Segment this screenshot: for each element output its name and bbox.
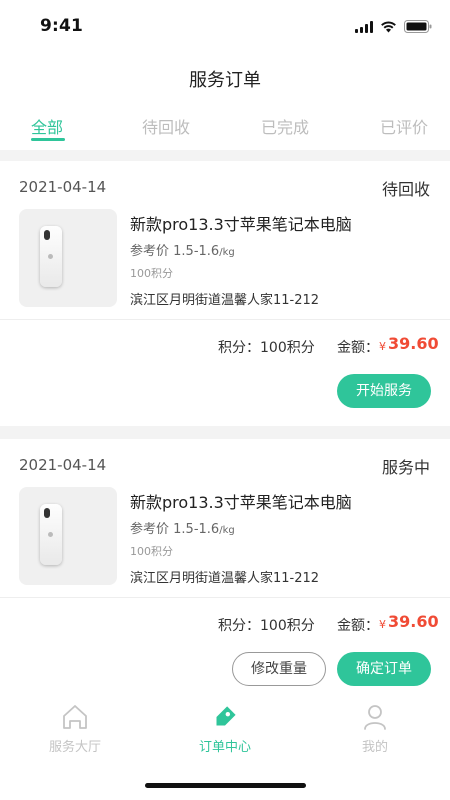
home-indicator: [145, 783, 306, 788]
tabbar-label: 订单中心: [198, 740, 251, 755]
currency-symbol: ¥: [379, 618, 386, 631]
signal-icon: [355, 20, 373, 33]
tab-all[interactable]: 全部: [31, 114, 63, 138]
product-points: 100积分: [130, 545, 173, 558]
status-bar: 9:41: [0, 0, 450, 54]
status-icons: [355, 20, 432, 33]
points-summary: 积分：100积分: [218, 618, 315, 634]
amount-label: 金额：: [337, 340, 379, 356]
order-status: 服务中: [381, 458, 430, 477]
modify-weight-button[interactable]: 修改重量: [232, 652, 326, 686]
amount-label: 金额：: [337, 618, 379, 634]
tabbar-label: 我的: [361, 740, 388, 755]
confirm-order-button[interactable]: 确定订单: [337, 652, 431, 686]
page-title: 服务订单: [189, 70, 261, 91]
order-date: 2021-04-14: [19, 178, 107, 196]
currency-symbol: ¥: [379, 340, 386, 353]
tabbar-item-service-hall[interactable]: 服务大厅: [35, 704, 115, 755]
card-divider: [0, 319, 450, 320]
card-divider: [0, 597, 450, 598]
order-amount: 39.60: [388, 612, 439, 631]
order-card[interactable]: 2021-04-14 待回收 新款pro13.3寸苹果笔记本电脑 参考价 1.5…: [0, 161, 450, 426]
service-address: 滨江区月明街道温馨人家11-212: [130, 293, 320, 308]
points-summary: 积分：100积分: [218, 340, 315, 356]
service-address: 滨江区月明街道温馨人家11-212: [130, 571, 320, 586]
tab-reviewed[interactable]: 已评价: [380, 114, 428, 138]
tab-completed[interactable]: 已完成: [261, 114, 309, 138]
tabbar-item-mine[interactable]: 我的: [335, 704, 415, 755]
user-icon: [364, 705, 386, 730]
reference-price: 参考价 1.5-1.6/kg: [130, 522, 235, 537]
nav-bar: 服务订单: [0, 54, 450, 104]
product-image: [19, 209, 117, 307]
tabbar-item-order-center[interactable]: 订单中心: [185, 704, 265, 755]
product-name: 新款pro13.3寸苹果笔记本电脑: [130, 215, 352, 234]
product-image: [19, 487, 117, 585]
wifi-icon: [381, 21, 396, 33]
order-amount: 39.60: [388, 334, 439, 353]
tabbar-label: 服务大厅: [48, 740, 101, 755]
product-name: 新款pro13.3寸苹果笔记本电脑: [130, 493, 352, 512]
order-tabs: 全部 待回收 已完成 已评价: [0, 104, 450, 150]
product-points: 100积分: [130, 267, 173, 280]
home-icon: [63, 705, 87, 729]
tab-indicator: [31, 138, 65, 141]
status-time: 9:41: [40, 16, 84, 36]
order-status: 待回收: [381, 180, 430, 199]
reference-price: 参考价 1.5-1.6/kg: [130, 244, 235, 259]
start-service-button[interactable]: 开始服务: [337, 374, 431, 408]
order-card[interactable]: 2021-04-14 服务中 新款pro13.3寸苹果笔记本电脑 参考价 1.5…: [0, 439, 450, 701]
battery-icon: [404, 20, 432, 33]
tag-icon: [216, 706, 236, 726]
tab-pending-recycle[interactable]: 待回收: [142, 114, 190, 138]
order-date: 2021-04-14: [19, 456, 107, 474]
